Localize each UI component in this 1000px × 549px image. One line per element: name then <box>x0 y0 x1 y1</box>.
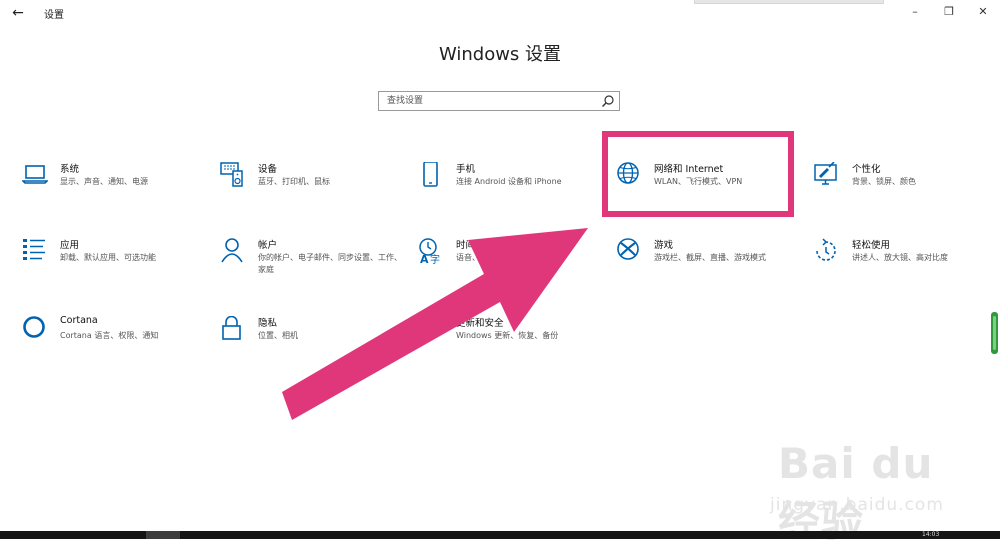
keyboard-speaker-icon <box>220 162 243 187</box>
category-phone[interactable]: 手机 连接 Android 设备和 iPhone <box>418 162 608 206</box>
category-description: 连接 Android 设备和 iPhone <box>456 177 562 186</box>
window-title: 设置 <box>44 10 64 21</box>
scrollbar-thumb[interactable] <box>991 312 998 354</box>
arrow-annotation <box>282 228 588 420</box>
category-title: 应用 <box>60 240 80 251</box>
minimize-button[interactable]: – <box>904 4 926 20</box>
category-description: 蓝牙、打印机、鼠标 <box>258 177 330 186</box>
taskbar-app-slot[interactable] <box>146 531 180 539</box>
search-input[interactable] <box>379 92 599 110</box>
cortana-ring-icon <box>23 316 45 338</box>
category-gaming[interactable]: 游戏 游戏栏、截屏、直播、游戏模式 <box>616 238 806 282</box>
category-ease-of-access[interactable]: 轻松使用 讲述人、放大镜、高对比度 <box>814 238 1000 282</box>
category-cortana[interactable]: Cortana Cortana 语言、权限、通知 <box>22 315 212 360</box>
ease-of-access-icon <box>816 238 836 261</box>
category-title: 手机 <box>456 164 476 175</box>
category-system[interactable]: 系统 显示、声音、通知、电源 <box>22 162 212 206</box>
search-box[interactable] <box>378 91 620 111</box>
lock-icon <box>222 316 241 340</box>
category-devices[interactable]: 设备 蓝牙、打印机、鼠标 <box>220 162 410 206</box>
category-description: Cortana 语言、权限、通知 <box>60 331 159 340</box>
category-title: 个性化 <box>852 164 881 175</box>
category-description: 背景、锁屏、颜色 <box>852 177 916 186</box>
category-title: 游戏 <box>654 240 674 251</box>
page-title: Windows 设置 <box>438 44 562 65</box>
category-personalization[interactable]: 个性化 背景、锁屏、颜色 <box>814 162 1000 206</box>
taskbar-clock: 14:03 <box>922 531 940 538</box>
category-description: 讲述人、放大镜、高对比度 <box>852 253 948 262</box>
watermark: Bai du 经验 jingyan.baidu.com <box>760 425 990 546</box>
taskbar: 14:03 <box>0 531 1000 539</box>
title-bar: ← 设置 – ❐ ✕ <box>0 0 1000 26</box>
search-icon[interactable] <box>601 94 615 108</box>
restore-button[interactable]: ❐ <box>938 4 960 20</box>
overlay-panel-edge <box>694 0 884 4</box>
category-title: 轻松使用 <box>852 240 891 251</box>
category-description: 显示、声音、通知、电源 <box>60 177 148 186</box>
category-title: Cortana <box>60 315 98 326</box>
person-icon <box>221 238 243 263</box>
paint-monitor-icon <box>814 162 837 185</box>
category-apps[interactable]: 应用 卸载、默认应用、可选功能 <box>22 238 212 282</box>
category-description: 游戏栏、截屏、直播、游戏模式 <box>654 253 766 262</box>
laptop-icon <box>22 165 48 184</box>
close-button[interactable]: ✕ <box>972 4 994 20</box>
category-description: 卸载、默认应用、可选功能 <box>60 253 156 262</box>
highlight-box <box>602 131 794 217</box>
phone-icon <box>423 162 438 187</box>
apps-list-icon <box>23 239 45 260</box>
category-title: 系统 <box>60 164 80 175</box>
back-button[interactable]: ← <box>8 4 28 22</box>
watermark-url: jingyan.baidu.com <box>770 495 944 515</box>
category-title: 设备 <box>258 164 278 175</box>
xbox-icon <box>617 238 639 260</box>
